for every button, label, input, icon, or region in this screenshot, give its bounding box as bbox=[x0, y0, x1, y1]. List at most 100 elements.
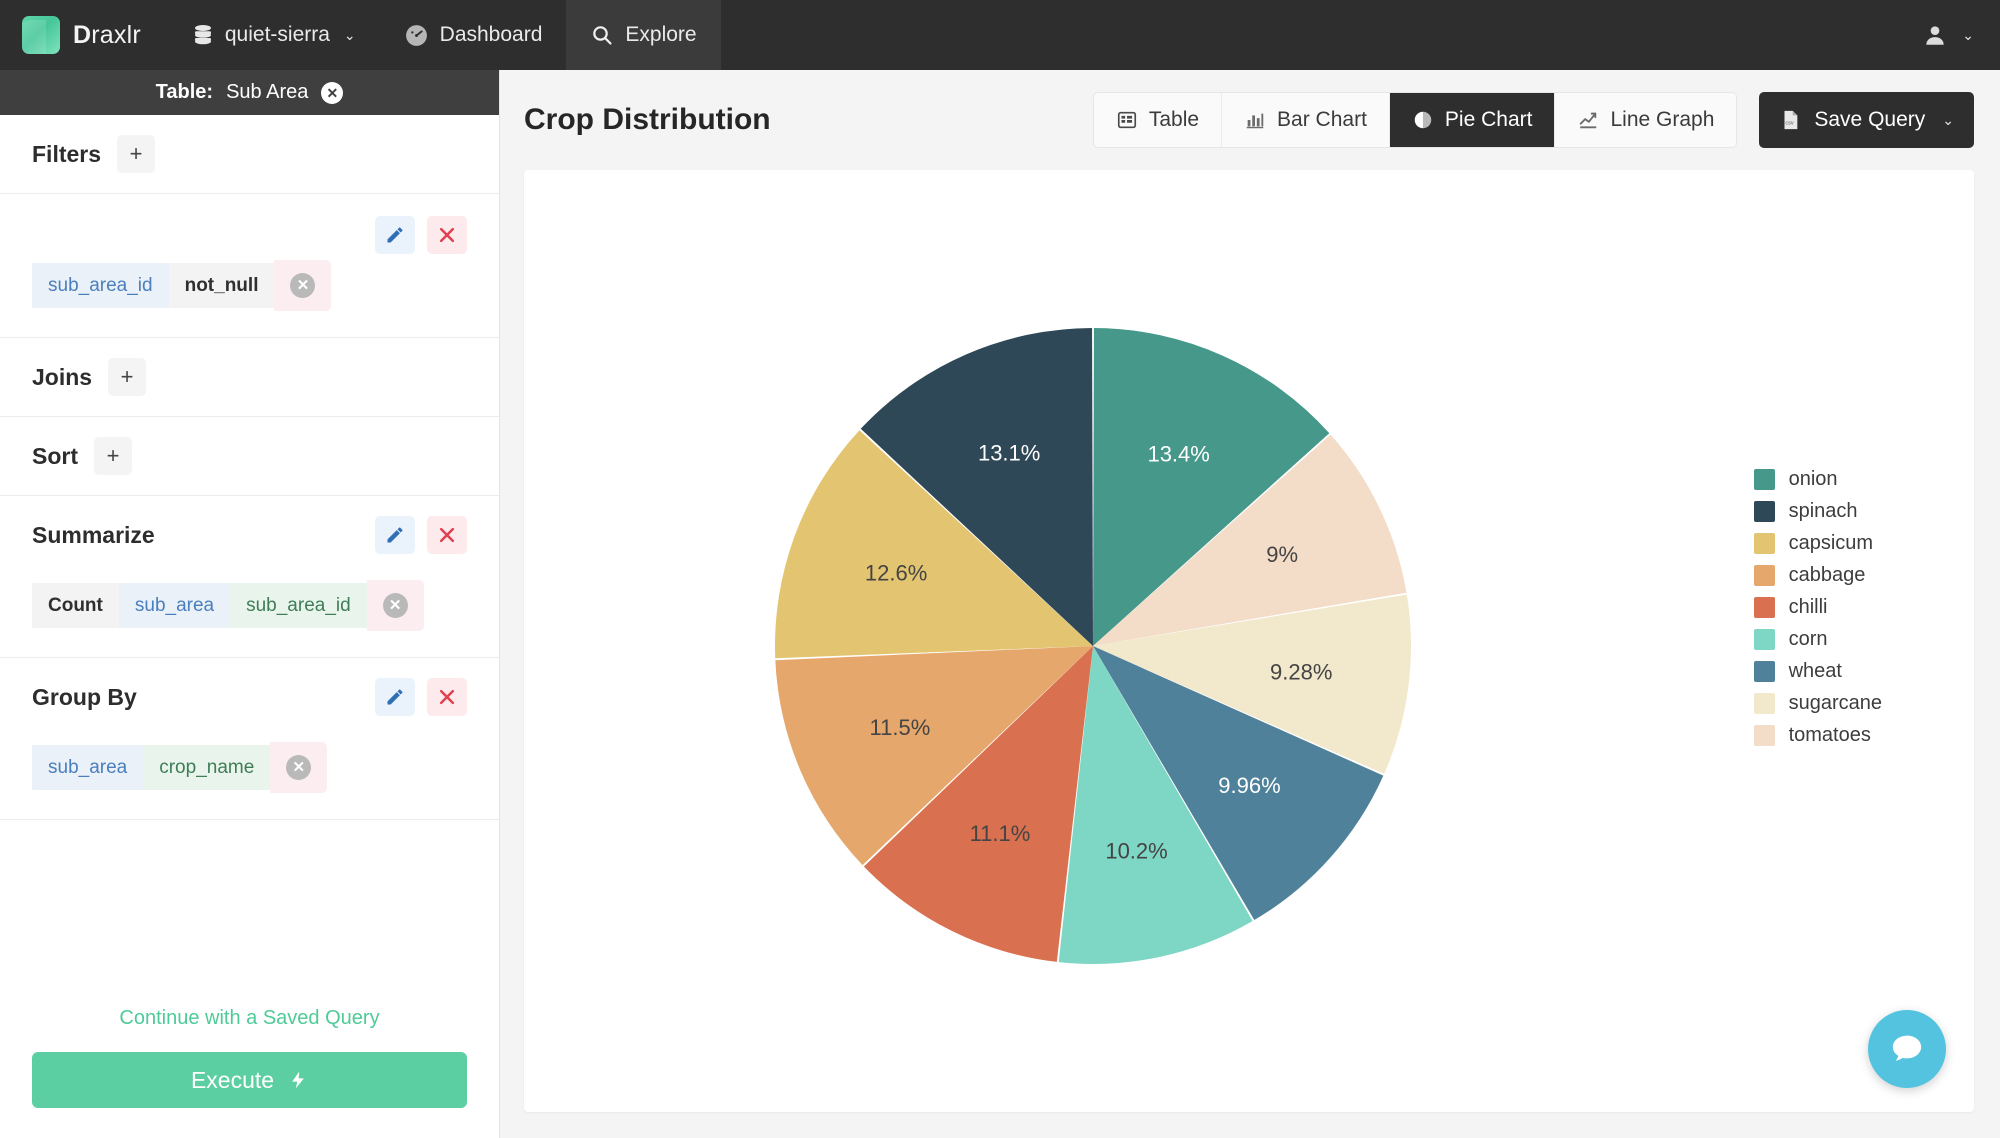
filter-chip: sub_area_id not_null ✕ bbox=[32, 260, 332, 311]
legend-item-wheat[interactable]: wheat bbox=[1753, 660, 1882, 683]
brand[interactable]: Draxlr bbox=[0, 0, 167, 70]
tab-bar-chart-label: Bar Chart bbox=[1277, 108, 1367, 131]
add-sort-button[interactable]: + bbox=[94, 437, 132, 475]
close-icon bbox=[437, 687, 457, 707]
save-query-button[interactable]: csv Save Query ⌄ bbox=[1759, 92, 1974, 148]
summarize-chip-remove[interactable]: ✕ bbox=[366, 580, 424, 631]
pie-slice-label-cabbage: 11.5% bbox=[870, 715, 931, 740]
pie-slice-label-capsicum: 12.6% bbox=[865, 560, 927, 585]
sort-header: Sort + bbox=[32, 417, 467, 495]
add-join-button[interactable]: + bbox=[108, 358, 147, 396]
tab-table[interactable]: Table bbox=[1093, 93, 1223, 147]
chart-card: 13.4% 9% 9.28% 9.96% 10.2% 11.1% 11.5% 12.6% 13.… bbox=[524, 170, 1974, 1112]
speedometer-icon bbox=[404, 23, 429, 48]
nav-explore[interactable]: Explore bbox=[566, 0, 721, 70]
draxlr-logo-icon bbox=[22, 16, 60, 54]
edit-summarize-button[interactable] bbox=[375, 516, 415, 554]
group-by-chip-remove[interactable]: ✕ bbox=[270, 742, 328, 793]
legend-item-cabbage[interactable]: cabbage bbox=[1753, 564, 1882, 587]
section-filters: Filters + bbox=[0, 115, 499, 194]
legend-item-corn[interactable]: corn bbox=[1753, 628, 1882, 651]
navbar-spacer bbox=[721, 0, 1897, 70]
legend-swatch-cabbage bbox=[1753, 565, 1775, 586]
filter-chip-remove[interactable]: ✕ bbox=[274, 260, 332, 311]
legend-item-chilli[interactable]: chilli bbox=[1753, 596, 1882, 619]
group-by-chip: sub_area crop_name ✕ bbox=[32, 742, 328, 793]
legend-item-onion[interactable]: onion bbox=[1753, 468, 1882, 491]
legend-label: tomatoes bbox=[1788, 724, 1871, 746]
add-filter-button[interactable]: + bbox=[117, 135, 156, 173]
user-icon bbox=[1922, 22, 1948, 48]
pie-slice-label-onion: 13.4% bbox=[1147, 441, 1209, 466]
svg-text:csv: csv bbox=[1786, 121, 1795, 127]
brand-rest: raxlr bbox=[91, 20, 141, 49]
database-name: quiet-sierra bbox=[224, 23, 330, 46]
section-joins: Joins + bbox=[0, 338, 499, 417]
filters-title: Filters bbox=[32, 140, 102, 167]
close-icon[interactable]: ✕ bbox=[382, 593, 408, 618]
group-by-title: Group By bbox=[32, 683, 137, 710]
pie-slice-label-chilli: 11.1% bbox=[970, 821, 1031, 846]
nav-dashboard[interactable]: Dashboard bbox=[380, 0, 567, 70]
tab-bar-chart[interactable]: Bar Chart bbox=[1222, 93, 1390, 147]
legend-label: onion bbox=[1788, 468, 1838, 490]
brand-initial: D bbox=[73, 20, 92, 49]
group-by-header: Group By bbox=[32, 658, 467, 736]
section-sort: Sort + bbox=[0, 417, 499, 496]
database-icon bbox=[191, 23, 215, 47]
summarize-actions bbox=[375, 516, 467, 554]
top-navbar: Draxlr quiet-sierra ⌄ Dashboard Explore … bbox=[0, 0, 2000, 70]
tab-line-graph-label: Line Graph bbox=[1610, 108, 1715, 131]
pie-slice-label-wheat: 9.96% bbox=[1218, 773, 1280, 798]
search-icon bbox=[590, 23, 614, 47]
legend-swatch-capsicum bbox=[1753, 533, 1775, 554]
filters-header: Filters + bbox=[32, 115, 467, 193]
table-label: Table: bbox=[155, 81, 214, 103]
tab-table-label: Table bbox=[1148, 108, 1200, 131]
legend-swatch-chilli bbox=[1753, 597, 1775, 618]
edit-filter-button[interactable] bbox=[375, 216, 415, 254]
table-name: Sub Area bbox=[226, 81, 309, 103]
legend-item-spinach[interactable]: spinach bbox=[1753, 500, 1882, 523]
legend-label: sugarcane bbox=[1788, 692, 1882, 714]
close-icon[interactable]: ✕ bbox=[321, 81, 344, 104]
group-by-chip-table: sub_area bbox=[32, 745, 144, 790]
legend-item-sugarcane[interactable]: sugarcane bbox=[1753, 692, 1882, 715]
sort-title: Sort bbox=[32, 442, 78, 469]
delete-filter-button[interactable] bbox=[427, 216, 467, 254]
filter-row: sub_area_id not_null ✕ bbox=[0, 194, 499, 338]
legend-item-tomatoes[interactable]: tomatoes bbox=[1753, 724, 1882, 747]
chat-bubble-icon[interactable] bbox=[1868, 1010, 1946, 1088]
chevron-down-icon: ⌄ bbox=[343, 26, 356, 43]
group-by-chip-row: sub_area crop_name ✕ bbox=[32, 736, 467, 819]
summarize-chip-column: sub_area_id bbox=[230, 583, 367, 628]
brand-name: Draxlr bbox=[73, 21, 141, 50]
page-body: Table: Sub Area ✕ Filters + sub_area_id … bbox=[0, 70, 2000, 1138]
legend-swatch-corn bbox=[1753, 629, 1775, 650]
chevron-down-icon: ⌄ bbox=[1942, 111, 1954, 128]
close-icon[interactable]: ✕ bbox=[286, 755, 312, 780]
continue-saved-query-link[interactable]: Continue with a Saved Query bbox=[32, 989, 467, 1052]
legend-item-capsicum[interactable]: capsicum bbox=[1753, 532, 1882, 555]
filter-chip-field: sub_area_id bbox=[32, 263, 169, 308]
delete-summarize-button[interactable] bbox=[427, 516, 467, 554]
close-icon bbox=[437, 525, 457, 545]
legend-swatch-wheat bbox=[1753, 661, 1775, 682]
pencil-icon bbox=[385, 525, 405, 545]
line-graph-icon bbox=[1577, 109, 1599, 131]
toolbar-right: Table Bar Chart Pie Chart Line Graph csv… bbox=[1092, 92, 1974, 148]
user-menu[interactable]: ⌄ bbox=[1896, 0, 2000, 70]
legend-label: chilli bbox=[1788, 596, 1828, 618]
edit-group-by-button[interactable] bbox=[375, 678, 415, 716]
summarize-header: Summarize bbox=[32, 496, 467, 574]
database-selector[interactable]: quiet-sierra ⌄ bbox=[167, 0, 380, 70]
close-icon[interactable]: ✕ bbox=[290, 273, 316, 298]
tab-line-graph[interactable]: Line Graph bbox=[1555, 93, 1737, 147]
pie-slice-label-corn: 10.2% bbox=[1105, 838, 1167, 863]
tab-pie-chart-label: Pie Chart bbox=[1444, 108, 1533, 131]
selected-table-bar: Table: Sub Area ✕ bbox=[0, 70, 499, 115]
execute-button[interactable]: Execute bbox=[32, 1052, 467, 1108]
tab-pie-chart[interactable]: Pie Chart bbox=[1389, 93, 1556, 147]
delete-group-by-button[interactable] bbox=[427, 678, 467, 716]
group-by-chip-column: crop_name bbox=[143, 745, 271, 790]
